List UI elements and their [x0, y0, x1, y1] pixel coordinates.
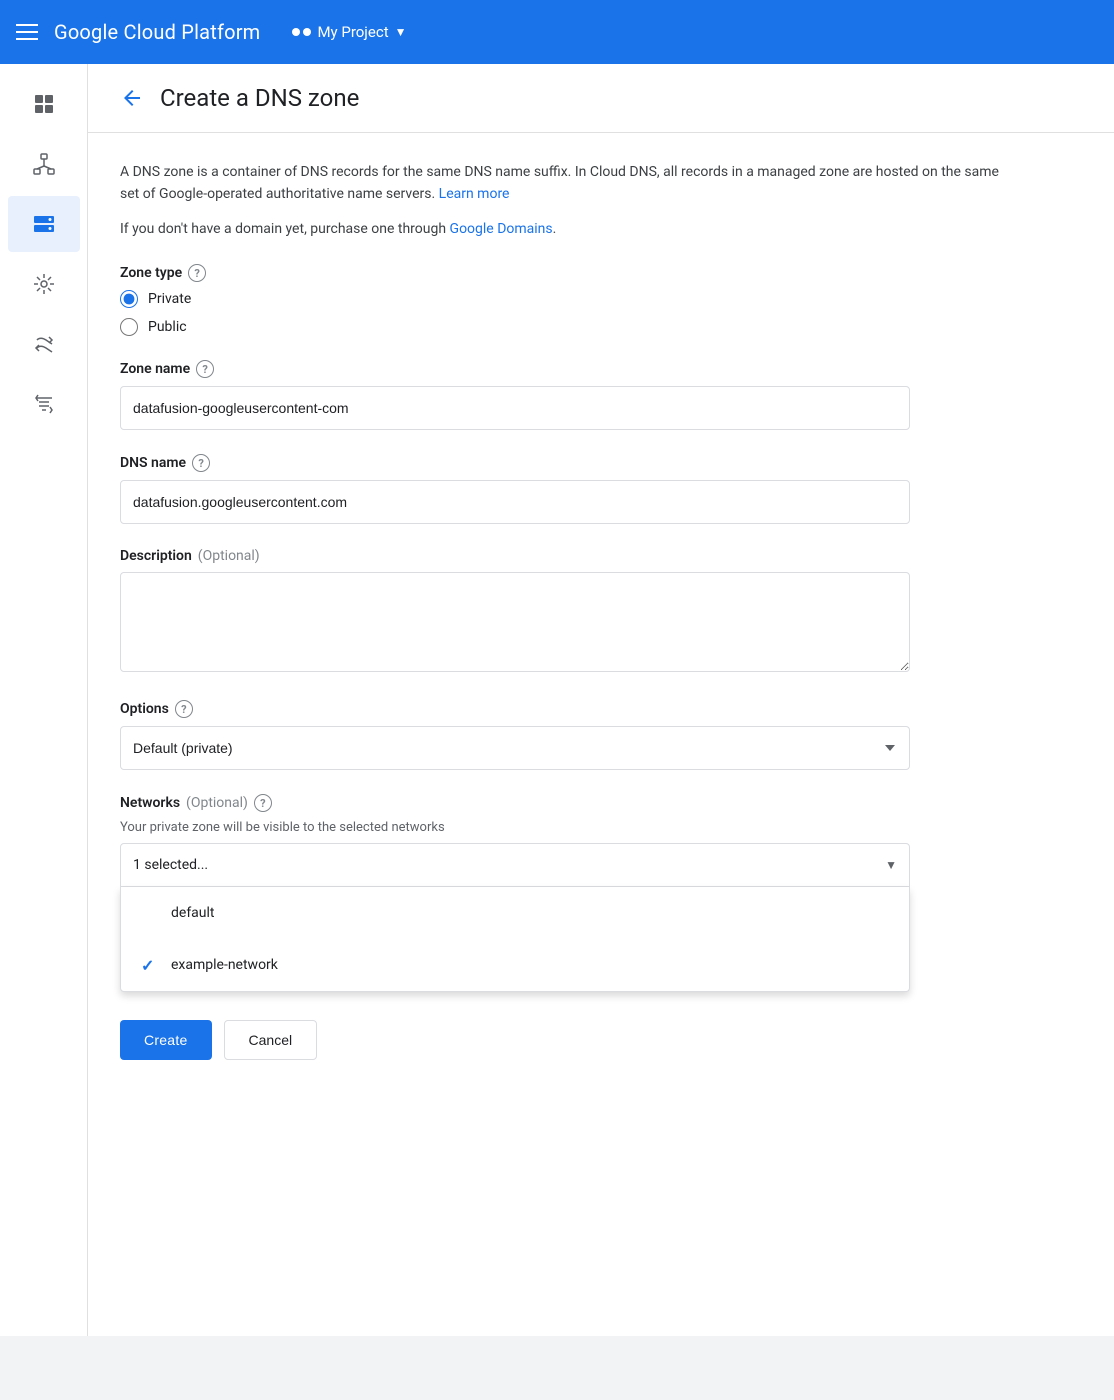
networks-dropdown-container: 1 selected... ▼ default ✓ example-networ… [120, 843, 910, 992]
google-domains-link[interactable]: Google Domains [450, 221, 553, 237]
description-text-2: If you don't have a domain yet, purchase… [120, 221, 446, 237]
hamburger-menu[interactable] [16, 24, 38, 40]
sidebar-item-move[interactable] [8, 256, 80, 312]
options-label: Options ? [120, 700, 1016, 718]
create-button[interactable]: Create [120, 1020, 212, 1060]
dns-name-input[interactable] [120, 480, 910, 524]
dns-name-section: DNS name ? [120, 454, 1016, 524]
move-icon [32, 272, 56, 296]
chevron-down-icon: ▼ [395, 25, 407, 39]
description-optional: (Optional) [198, 548, 260, 564]
routes-icon [32, 332, 56, 356]
zone-name-label: Zone name ? [120, 360, 1016, 378]
zone-name-help-icon[interactable]: ? [196, 360, 214, 378]
networks-chevron-down-icon: ▼ [885, 858, 897, 872]
back-button[interactable] [120, 86, 144, 110]
description-paragraph-1: A DNS zone is a container of DNS records… [120, 161, 1016, 206]
radio-public[interactable]: Public [120, 318, 1016, 336]
sidebar [0, 64, 88, 1336]
radio-public-label: Public [148, 319, 187, 335]
network-option-default[interactable]: default [121, 887, 909, 939]
radio-private-label: Private [148, 291, 191, 307]
project-selector[interactable]: My Project ▼ [292, 23, 406, 41]
networks-dropdown-list: default ✓ example-network [120, 887, 910, 992]
buttons-row: Create Cancel [120, 1020, 1016, 1060]
description-input[interactable] [120, 572, 910, 672]
description-text-2-end: . [553, 221, 557, 237]
project-name: My Project [317, 23, 388, 41]
filter-icon [32, 392, 56, 416]
radio-private-input[interactable] [120, 290, 138, 308]
options-select[interactable]: Default (private) [120, 726, 910, 770]
networks-dropdown-trigger[interactable]: 1 selected... ▼ [120, 843, 910, 887]
dns-icon [32, 212, 56, 236]
topbar: Google Cloud Platform My Project ▼ [0, 0, 1114, 64]
networks-sublabel: Your private zone will be visible to the… [120, 820, 1016, 835]
dashboard-icon [32, 92, 56, 116]
networks-selected-label: 1 selected... [133, 857, 208, 873]
description-section: Description (Optional) [120, 548, 1016, 676]
checkmark-default [141, 904, 161, 923]
zone-name-section: Zone name ? [120, 360, 1016, 430]
sidebar-item-dashboard[interactable] [8, 76, 80, 132]
project-icon [292, 28, 311, 36]
zone-type-label: Zone type ? [120, 264, 1016, 282]
checkmark-example: ✓ [141, 956, 161, 975]
zone-type-radio-group: Private Public [120, 290, 1016, 336]
cancel-button[interactable]: Cancel [224, 1020, 318, 1060]
sidebar-item-routes[interactable] [8, 316, 80, 372]
content-area: A DNS zone is a container of DNS records… [88, 133, 1048, 1088]
network-option-example-label: example-network [171, 957, 278, 973]
network-icon [32, 152, 56, 176]
network-option-example[interactable]: ✓ example-network [121, 939, 909, 991]
zone-name-input[interactable] [120, 386, 910, 430]
networks-optional: (Optional) [186, 795, 248, 811]
app-title: Google Cloud Platform [54, 20, 260, 44]
networks-help-icon[interactable]: ? [254, 794, 272, 812]
page-title: Create a DNS zone [160, 84, 359, 112]
description-text-1: A DNS zone is a container of DNS records… [120, 164, 999, 202]
page-header: Create a DNS zone [88, 64, 1114, 133]
radio-public-input[interactable] [120, 318, 138, 336]
dns-name-label: DNS name ? [120, 454, 1016, 472]
sidebar-item-filter[interactable] [8, 376, 80, 432]
networks-section: Networks (Optional) ? Your private zone … [120, 794, 1016, 992]
options-help-icon[interactable]: ? [175, 700, 193, 718]
description-paragraph-2: If you don't have a domain yet, purchase… [120, 218, 1016, 240]
networks-label: Networks (Optional) ? [120, 794, 1016, 812]
description-label: Description (Optional) [120, 548, 1016, 564]
options-section: Options ? Default (private) [120, 700, 1016, 770]
zone-type-section: Zone type ? Private Public [120, 264, 1016, 336]
dns-name-help-icon[interactable]: ? [192, 454, 210, 472]
network-option-default-label: default [171, 905, 215, 921]
main-content: Create a DNS zone A DNS zone is a contai… [88, 64, 1114, 1336]
sidebar-item-network[interactable] [8, 136, 80, 192]
zone-type-help-icon[interactable]: ? [188, 264, 206, 282]
learn-more-link[interactable]: Learn more [439, 186, 510, 202]
radio-private[interactable]: Private [120, 290, 1016, 308]
sidebar-item-dns[interactable] [8, 196, 80, 252]
